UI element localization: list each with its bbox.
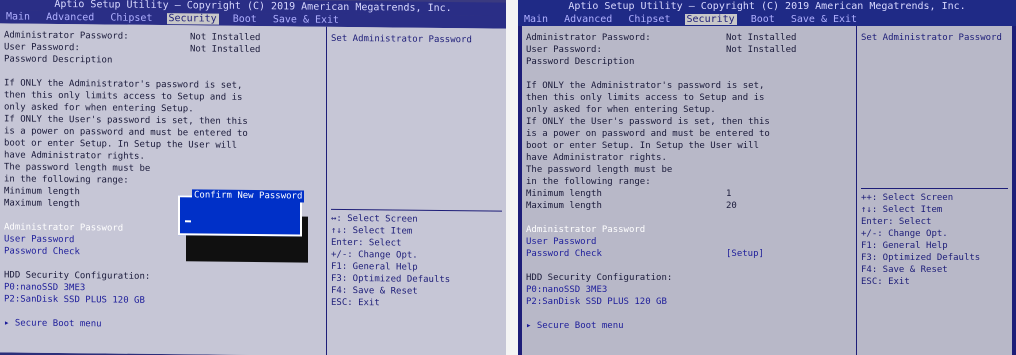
description-line: If ONLY the Administrator's password is … [526, 81, 765, 91]
user-password-label: User Password: [526, 45, 602, 55]
hdd-item[interactable]: P2:SanDisk SSD PLUS 120 GB [526, 296, 852, 308]
secure-boot-link-label: Secure Boot menu [536, 321, 624, 331]
key-help-item: Enter: Select [861, 217, 932, 227]
hdd-security-label: HDD Security Configuration: [526, 273, 673, 283]
admin-password-row: Administrator Password: Not Installed [526, 32, 852, 44]
description-line: then this only limits access to Setup an… [526, 93, 765, 103]
user-password-value: Not Installed [726, 45, 797, 55]
password-check-row[interactable]: Password Check [Setup] [526, 248, 852, 260]
key-help-item: F4: Save & Reset [861, 265, 948, 275]
max-length-row: Maximum length 20 [526, 200, 852, 212]
password-description-label: Password Description [526, 57, 635, 67]
key-help-item: ESC: Exit [331, 297, 380, 309]
menu-security[interactable]: Security [684, 14, 737, 25]
admin-password-label: Administrator Password: [526, 33, 651, 43]
min-length-row: Minimum length 1 [526, 188, 852, 200]
user-password-link[interactable]: User Password [526, 236, 852, 248]
menu-save-exit[interactable]: Save & Exit [789, 14, 859, 25]
confirm-password-input[interactable] [183, 211, 297, 227]
password-check-label: Password Check [526, 249, 602, 259]
confirm-password-dialog[interactable]: Confirm New Password [178, 189, 305, 237]
admin-password-value: Not Installed [726, 33, 797, 43]
dialog-title: Confirm New Password [192, 189, 305, 203]
bios-content: Administrator Password: Not Installed Us… [522, 26, 856, 355]
bios-menu-bar: Main Advanced Chipset Security Boot Save… [518, 13, 1016, 26]
key-help: ↔: Select Screen ↑↓: Select Item Enter: … [331, 208, 502, 311]
bios-content: Administrator Password: Not Installed Us… [0, 23, 326, 355]
key-help: ++: Select Screen ↑↓: Select Item Enter:… [861, 188, 1008, 288]
password-check-label: Password Check [4, 246, 80, 258]
min-length-value: 1 [726, 189, 732, 199]
user-password-value: Not Installed [190, 44, 261, 56]
help-column: Set Administrator Password ↔: Select Scr… [326, 26, 506, 355]
key-help-item: +/-: Change Opt. [861, 229, 948, 239]
help-text: Set Administrator Password [331, 33, 472, 46]
secure-boot-link-label: Secure Boot menu [14, 318, 102, 330]
secure-boot-link[interactable]: ▸ Secure Boot menu [526, 320, 852, 332]
key-help-item: ++: Select Screen [861, 193, 954, 203]
right-triangle-icon: ▸ [4, 318, 15, 329]
description-line: in the following range: [526, 177, 651, 187]
min-length-label: Minimum length [526, 189, 602, 199]
bios-main-area: Administrator Password: Not Installed Us… [0, 23, 506, 355]
user-password-label: User Password: [4, 42, 80, 54]
key-help-item: ESC: Exit [861, 277, 910, 287]
right-triangle-icon: ▸ [526, 321, 537, 331]
text-cursor [185, 220, 191, 223]
menu-security[interactable]: Security [166, 13, 219, 25]
max-length-label: Maximum length [526, 201, 602, 211]
max-length-value: 20 [726, 201, 737, 211]
menu-advanced[interactable]: Advanced [44, 12, 96, 24]
help-text: Set Administrator Password [861, 33, 1002, 43]
bios-title: Aptio Setup Utility – Copyright (C) 2019… [518, 0, 1016, 13]
description-line: is a power on password and must be enter… [526, 129, 770, 139]
description-line: boot or enter Setup. In Setup the User w… [526, 141, 759, 151]
menu-advanced[interactable]: Advanced [562, 14, 614, 25]
bios-main-area: Administrator Password: Not Installed Us… [522, 26, 1012, 355]
description-line: The password length must be [526, 165, 673, 175]
menu-save-exit[interactable]: Save & Exit [271, 14, 341, 26]
key-help-item: F1: General Help [861, 241, 948, 251]
right-screenshot-panel: Aptio Setup Utility – Copyright (C) 2019… [518, 0, 1016, 355]
description-line: If ONLY the User's password is set, then… [526, 117, 770, 127]
key-help-item: F3: Optimized Defaults [861, 253, 981, 263]
help-column: Set Administrator Password ++: Select Sc… [856, 26, 1012, 355]
user-password-row: User Password: Not Installed [526, 44, 852, 56]
description-line: have Administrator rights. [526, 153, 667, 163]
password-check-value[interactable]: [Setup] [726, 248, 764, 260]
admin-password-value: Not Installed [190, 32, 261, 44]
left-photo-panel: Aptio Setup Utility – Copyright (C) 2019… [0, 0, 506, 355]
menu-boot[interactable]: Boot [231, 14, 259, 25]
key-help-item: ↑↓: Select Item [861, 205, 943, 215]
admin-password-link[interactable]: Administrator Password [526, 224, 852, 236]
hdd-item[interactable]: P0:nanoSSD 3ME3 [526, 284, 852, 296]
secure-boot-link[interactable]: ▸ Secure Boot menu [4, 317, 322, 332]
description-line: only asked for when entering Setup. [526, 105, 716, 115]
menu-main[interactable]: Main [4, 11, 32, 22]
menu-chipset[interactable]: Chipset [626, 14, 672, 25]
menu-boot[interactable]: Boot [749, 14, 777, 25]
menu-main[interactable]: Main [522, 14, 550, 25]
menu-chipset[interactable]: Chipset [108, 12, 154, 24]
